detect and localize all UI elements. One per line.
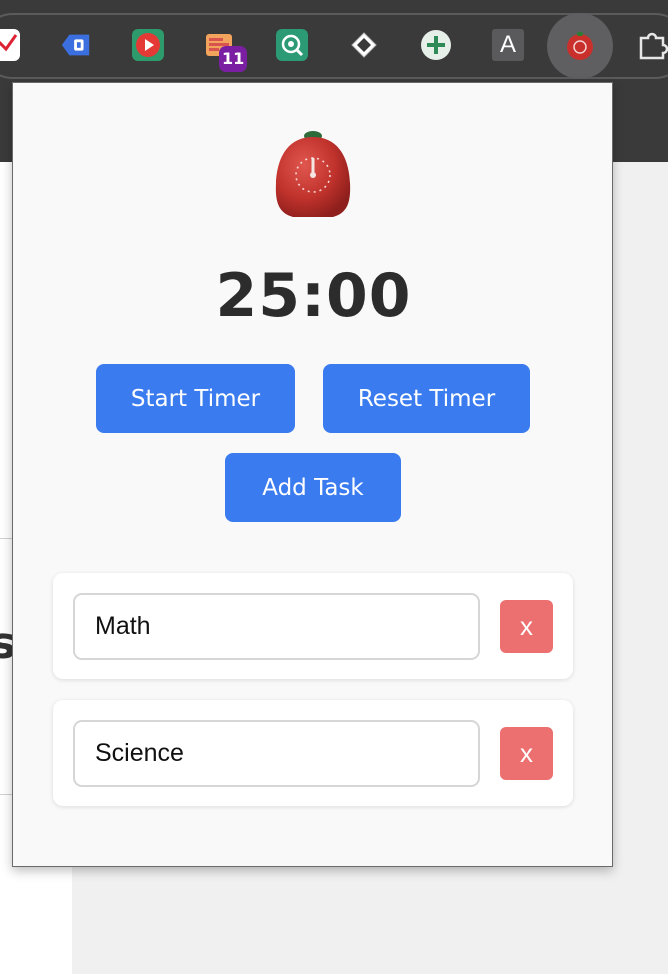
plus-extension-icon[interactable] — [420, 29, 452, 61]
diamond-extension-icon[interactable] — [348, 29, 380, 61]
browser-toolbar: 11 A — [0, 0, 668, 90]
task-name-input[interactable] — [73, 593, 480, 660]
background-divider — [0, 794, 12, 795]
timer-display: 25:00 — [215, 261, 412, 331]
reset-timer-button[interactable]: Reset Timer — [323, 364, 530, 433]
delete-task-button[interactable]: x — [500, 600, 553, 653]
task-item: x — [53, 700, 573, 806]
tag-extension-icon[interactable] — [60, 29, 92, 61]
add-task-button[interactable]: Add Task — [225, 453, 401, 522]
chatgpt-search-extension-icon[interactable] — [276, 29, 308, 61]
chart-extension-icon[interactable] — [0, 29, 20, 61]
tomato-timer-extension-icon[interactable] — [564, 29, 596, 61]
puzzle-extensions-icon[interactable] — [636, 29, 668, 61]
task-name-input[interactable] — [73, 720, 480, 787]
font-a-extension-icon[interactable]: A — [492, 29, 524, 61]
tomato-timer-popup: 25:00 Start Timer Reset Timer Add Task x… — [12, 82, 613, 867]
font-a-label: A — [499, 31, 516, 58]
tabs-count-badge: 11 — [219, 46, 248, 72]
background-divider — [0, 538, 12, 539]
task-item: x — [53, 573, 573, 679]
tomato-timer-icon — [271, 125, 355, 221]
delete-task-button[interactable]: x — [500, 727, 553, 780]
start-timer-button[interactable]: Start Timer — [96, 364, 295, 433]
youtube-play-extension-icon[interactable] — [132, 29, 164, 61]
